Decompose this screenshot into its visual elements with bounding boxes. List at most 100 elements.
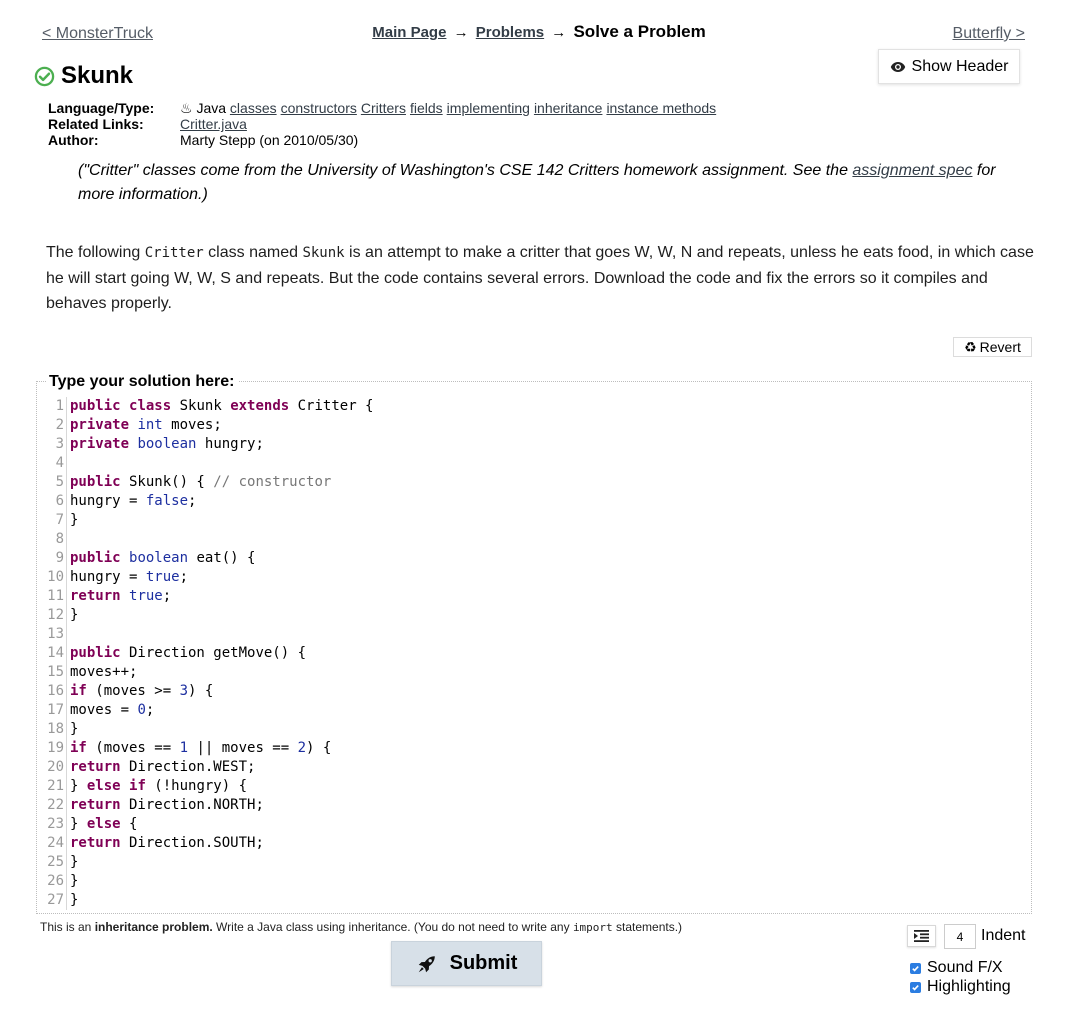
indent-size-input[interactable] xyxy=(944,924,976,949)
code-line[interactable]: 5 public Skunk() { // constructor xyxy=(44,473,1024,492)
code-line[interactable]: 19 if (moves == 1 || moves == 2) { xyxy=(44,739,1024,758)
language-name: Java xyxy=(196,100,227,116)
assignment-spec-link[interactable]: assignment spec xyxy=(852,162,972,179)
code-text[interactable]: } xyxy=(67,606,78,625)
code-text[interactable] xyxy=(67,530,70,549)
checkmark-icon xyxy=(912,984,919,991)
code-text[interactable]: return Direction.WEST; xyxy=(67,758,255,777)
code-text[interactable]: } else if (!hungry) { xyxy=(67,777,247,796)
code-text[interactable] xyxy=(67,454,70,473)
highlighting-checkbox[interactable] xyxy=(910,981,921,993)
submit-label: Submit xyxy=(449,952,518,974)
code-editor[interactable]: 1 public class Skunk extends Critter {2 pr… xyxy=(44,397,1024,911)
code-line[interactable]: 11 return true; xyxy=(44,587,1024,606)
line-number: 7 xyxy=(44,511,67,530)
code-line[interactable]: 20 return Direction.WEST; xyxy=(44,758,1024,777)
code-line[interactable]: 1 public class Skunk extends Critter { xyxy=(44,397,1024,416)
code-line[interactable]: 15 moves++; xyxy=(44,663,1024,682)
code-text[interactable]: if (moves == 1 || moves == 2) { xyxy=(67,739,331,758)
code-line[interactable]: 4 xyxy=(44,454,1024,473)
code-text[interactable]: } xyxy=(67,853,78,872)
code-text[interactable]: return Direction.NORTH; xyxy=(67,796,264,815)
line-number: 1 xyxy=(44,397,67,416)
tag-link[interactable]: classes xyxy=(230,100,277,116)
code-line[interactable]: 12} xyxy=(44,606,1024,625)
code-line[interactable]: 24 return Direction.SOUTH; xyxy=(44,834,1024,853)
code-line[interactable]: 27} xyxy=(44,891,1024,910)
code-line[interactable]: 21} else if (!hungry) { xyxy=(44,777,1024,796)
code-text[interactable]: public boolean eat() { xyxy=(67,549,255,568)
related-link-critter[interactable]: Critter.java xyxy=(180,116,247,132)
code-text[interactable]: } xyxy=(67,891,78,910)
footer-text: Write a Java class using inheritance. (Y… xyxy=(212,920,573,934)
page-title: Skunk xyxy=(61,62,134,89)
breadcrumb-main-page[interactable]: Main Page xyxy=(372,24,446,41)
line-number: 13 xyxy=(44,625,67,644)
code-text[interactable]: } xyxy=(67,511,78,530)
code-line[interactable]: 26} xyxy=(44,872,1024,891)
tag-link[interactable]: instance methods xyxy=(606,100,716,116)
next-problem-link[interactable]: Butterfly > xyxy=(953,25,1025,43)
highlighting-option[interactable]: Highlighting xyxy=(910,978,1011,996)
code-line[interactable]: 9 public boolean eat() { xyxy=(44,549,1024,568)
code-text[interactable]: if (moves >= 3) { xyxy=(67,682,213,701)
tag-link[interactable]: constructors xyxy=(281,100,357,116)
java-cup-icon: ♨ xyxy=(180,100,193,116)
solved-check-icon xyxy=(34,66,55,86)
code-line[interactable]: 23} else { xyxy=(44,815,1024,834)
show-header-button[interactable]: Show Header xyxy=(878,49,1020,84)
indent-label: Indent xyxy=(981,927,1026,944)
code-text[interactable]: } else { xyxy=(67,815,137,834)
footer-code: import xyxy=(572,921,613,934)
code-line[interactable]: 10 hungry = true; xyxy=(44,568,1024,587)
tag-link[interactable]: inheritance xyxy=(534,100,603,116)
code-text[interactable] xyxy=(67,625,70,644)
sound-fx-checkbox[interactable] xyxy=(910,962,921,974)
revert-button[interactable]: ♻ Revert xyxy=(953,337,1032,357)
code-text[interactable]: public Direction getMove() { xyxy=(67,644,306,663)
code-text[interactable]: public class Skunk extends Critter { xyxy=(67,397,374,416)
line-number: 21 xyxy=(44,777,67,796)
code-line[interactable]: 8 xyxy=(44,530,1024,549)
code-line[interactable]: 17 moves = 0; xyxy=(44,701,1024,720)
code-line[interactable]: 22 return Direction.NORTH; xyxy=(44,796,1024,815)
code-line[interactable]: 25} xyxy=(44,853,1024,872)
code-line[interactable]: 18} xyxy=(44,720,1024,739)
code-text[interactable]: private int moves; xyxy=(67,416,222,435)
code-line[interactable]: 13 xyxy=(44,625,1024,644)
footer-text: This is an xyxy=(40,920,95,934)
code-text[interactable]: public Skunk() { // constructor xyxy=(67,473,331,492)
code-line[interactable]: 2 private int moves; xyxy=(44,416,1024,435)
line-number: 25 xyxy=(44,853,67,872)
description-text: class named xyxy=(203,244,303,261)
line-number: 18 xyxy=(44,720,67,739)
line-number: 24 xyxy=(44,834,67,853)
code-line[interactable]: 6 hungry = false; xyxy=(44,492,1024,511)
submit-button[interactable]: Submit xyxy=(391,941,542,986)
code-text[interactable]: moves = 0; xyxy=(67,701,154,720)
code-text[interactable]: moves++; xyxy=(67,663,137,682)
solution-legend: Type your solution here: xyxy=(46,373,238,391)
line-number: 17 xyxy=(44,701,67,720)
tag-link[interactable]: fields xyxy=(410,100,443,116)
breadcrumb-problems[interactable]: Problems xyxy=(476,24,544,41)
code-text[interactable]: hungry = false; xyxy=(67,492,196,511)
code-line[interactable]: 14 public Direction getMove() { xyxy=(44,644,1024,663)
code-line[interactable]: 7} xyxy=(44,511,1024,530)
code-text[interactable]: return Direction.SOUTH; xyxy=(67,834,264,853)
indent-icon xyxy=(914,930,929,942)
tag-link[interactable]: implementing xyxy=(447,100,530,116)
code-text[interactable]: return true; xyxy=(67,587,171,606)
breadcrumb-current: Solve a Problem xyxy=(573,22,706,41)
show-header-label: Show Header xyxy=(911,57,1009,75)
code-line[interactable]: 3 private boolean hungry; xyxy=(44,435,1024,454)
tag-link[interactable]: Critters xyxy=(361,100,406,116)
code-text[interactable]: } xyxy=(67,720,78,739)
code-text[interactable]: private boolean hungry; xyxy=(67,435,264,454)
code-text[interactable]: hungry = true; xyxy=(67,568,188,587)
line-number: 5 xyxy=(44,473,67,492)
code-line[interactable]: 16 if (moves >= 3) { xyxy=(44,682,1024,701)
sound-fx-option[interactable]: Sound F/X xyxy=(910,959,1003,977)
code-text[interactable]: } xyxy=(67,872,78,891)
indent-code-button[interactable] xyxy=(907,925,936,947)
